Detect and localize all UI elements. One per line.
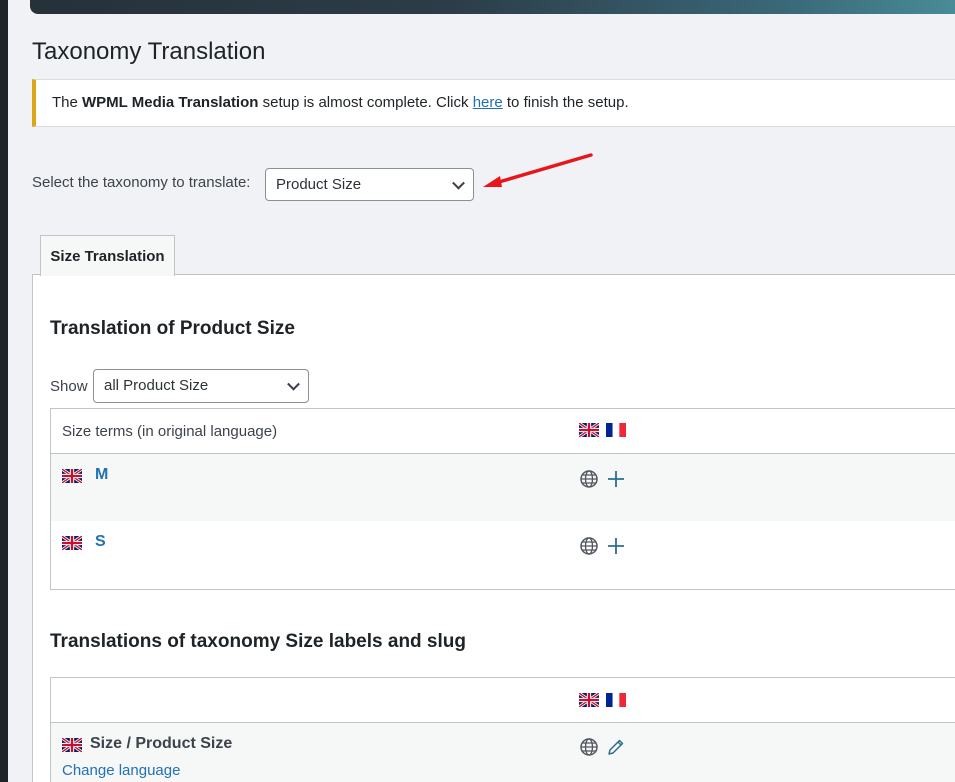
notice-prefix: The: [52, 94, 83, 111]
plus-icon[interactable]: [606, 536, 626, 556]
flag-uk-icon: [62, 469, 82, 483]
setup-notice: The WPML Media Translation setup is almo…: [32, 79, 955, 127]
flag-uk-icon: [579, 423, 599, 437]
taxonomy-labels-text: Size / Product Size: [90, 735, 233, 752]
show-filter-label: Show: [50, 378, 88, 395]
table-row: Size / Product Size Change language: [51, 723, 955, 782]
flag-uk-icon: [579, 693, 599, 707]
taxonomy-select-value: Product Size: [276, 176, 362, 193]
taxonomy-select-label: Select the taxonomy to translate:: [32, 174, 251, 191]
labels-table-header: [51, 678, 955, 723]
red-arrow-annotation: [483, 153, 593, 187]
terms-section-title: Translation of Product Size: [50, 318, 295, 339]
notice-suffix: to finish the setup.: [502, 94, 629, 111]
pencil-icon[interactable]: [606, 737, 626, 757]
plus-icon[interactable]: [606, 469, 626, 489]
show-filter-select[interactable]: all Product Size: [93, 369, 309, 403]
globe-icon[interactable]: [579, 737, 599, 757]
page-title: Taxonomy Translation: [32, 38, 266, 65]
change-language-link[interactable]: Change language: [62, 762, 180, 779]
flag-fr-icon: [606, 693, 626, 707]
table-row: S: [51, 521, 955, 589]
column-header-terms: Size terms (in original language): [62, 423, 278, 440]
tab-size-translation[interactable]: Size Translation: [40, 235, 175, 276]
flag-uk-icon: [62, 738, 82, 752]
flag-fr-icon: [606, 423, 626, 437]
flag-uk-icon: [62, 536, 82, 550]
terms-table: Size terms (in original language) M S: [50, 408, 955, 590]
top-banner: [30, 0, 955, 14]
admin-sidebar-edge: [0, 0, 8, 782]
terms-table-header: Size terms (in original language): [51, 409, 955, 454]
notice-here-link[interactable]: here: [473, 94, 503, 111]
labels-section-title: Translations of taxonomy Size labels and…: [50, 631, 466, 652]
term-link-s[interactable]: S: [95, 533, 106, 551]
chevron-down-icon: [287, 377, 300, 391]
table-row: M: [51, 454, 955, 521]
chevron-down-icon: [452, 176, 465, 190]
globe-icon[interactable]: [579, 469, 599, 489]
show-filter-value: all Product Size: [104, 377, 209, 394]
term-link-m[interactable]: M: [95, 466, 108, 484]
notice-bold: WPML Media Translation: [82, 94, 259, 111]
globe-icon[interactable]: [579, 536, 599, 556]
taxonomy-select[interactable]: Product Size: [265, 168, 474, 201]
labels-table: Size / Product Size Change language: [50, 677, 955, 782]
notice-middle: setup is almost complete. Click: [258, 94, 473, 111]
